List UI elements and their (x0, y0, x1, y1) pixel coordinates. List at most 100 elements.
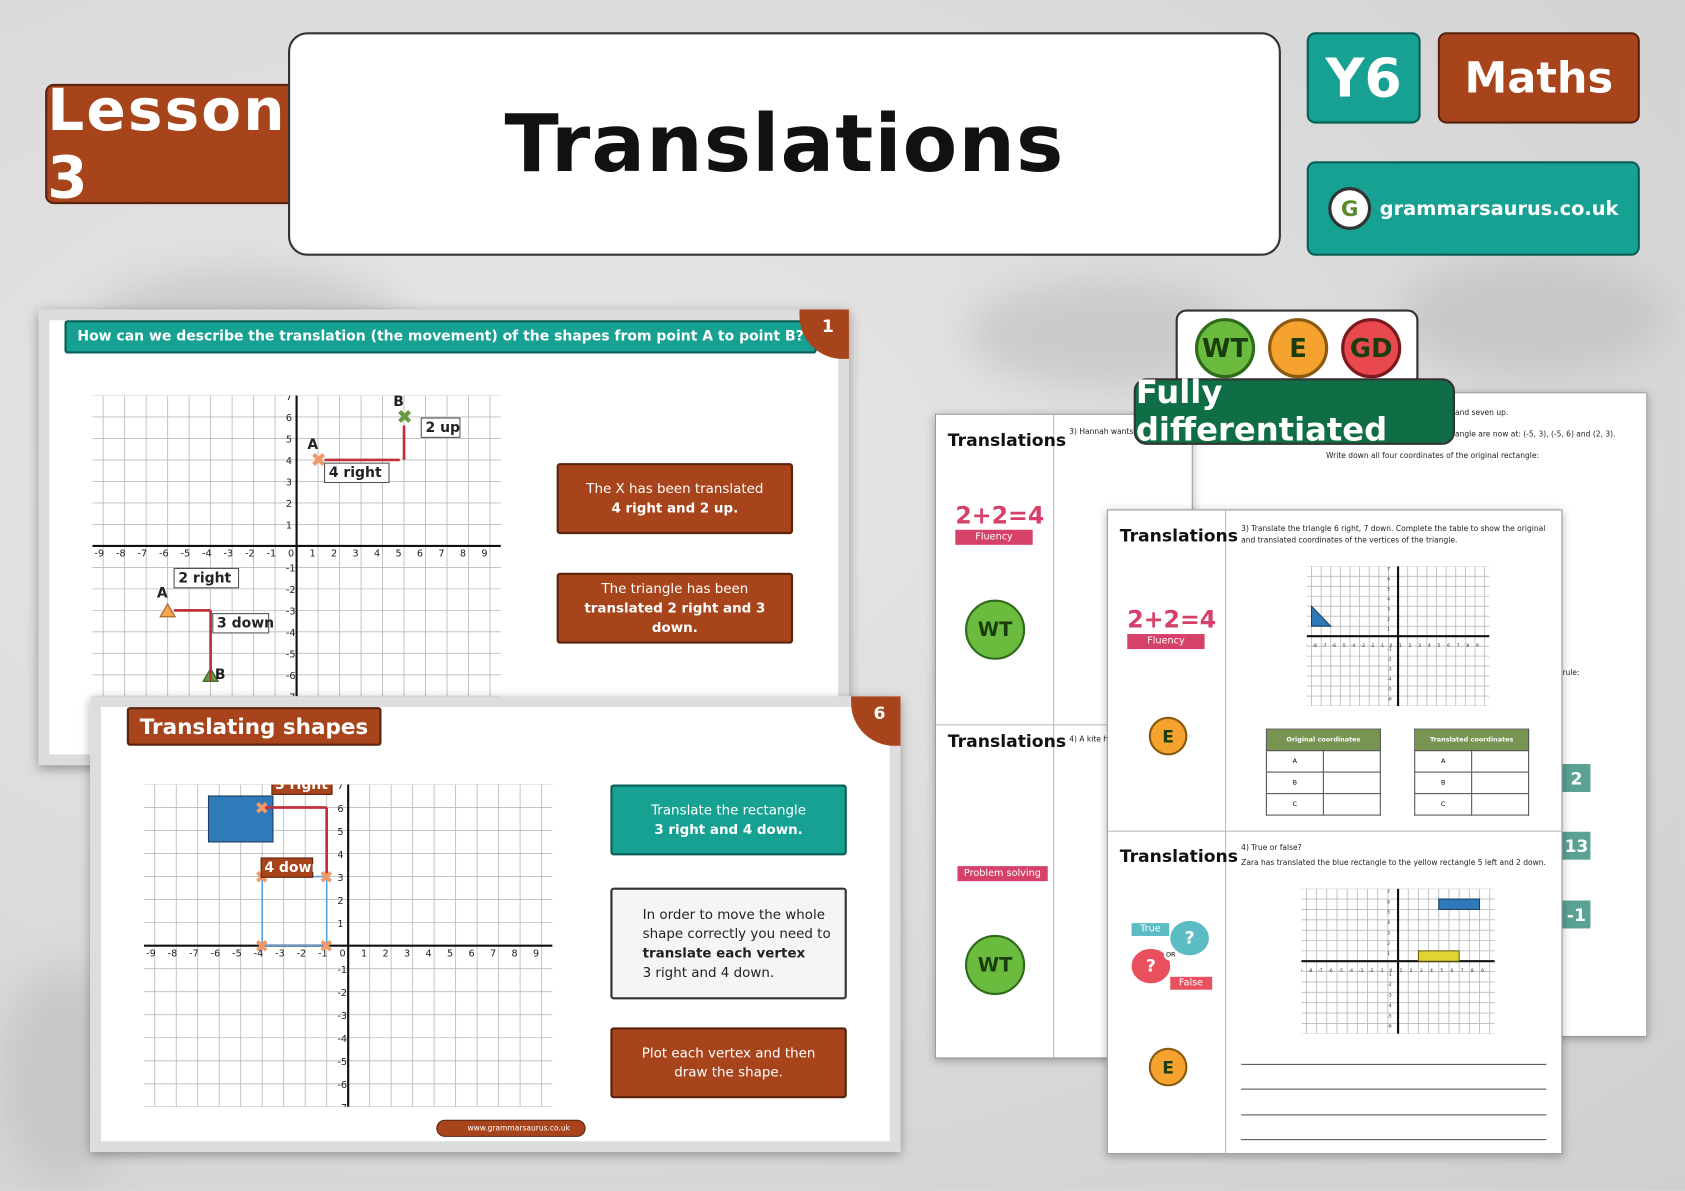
y-tick-label: -2 (337, 988, 347, 999)
y-tick-label: -4 (286, 628, 296, 639)
x-tick-label: 3 (1420, 968, 1423, 974)
y-tick-label: -1 (286, 564, 296, 575)
vertex-marker: ✖ (319, 937, 333, 957)
worksheet-title: Translations (947, 730, 1067, 752)
yellow-rectangle (1417, 950, 1460, 962)
slide-number: 6 (851, 696, 901, 746)
y-tick-label: 1 (286, 521, 292, 532)
y-tick-label: -1 (1387, 646, 1392, 652)
x-tick-label: 5 (395, 549, 401, 560)
e-badge-icon: E (1148, 1047, 1188, 1087)
y-tick-label: 1 (337, 919, 343, 930)
answer-box: 2 (1562, 764, 1591, 792)
question-text: 4) True or false? (1241, 843, 1302, 853)
table-cell: A (1414, 750, 1473, 773)
answer-box: -1 (1562, 900, 1591, 929)
e-badge-icon: E (1148, 716, 1188, 756)
y-tick-label: 7 (1387, 889, 1390, 895)
x-tick-label: 5 (1440, 968, 1443, 974)
x-tick-label: -4 (1349, 968, 1354, 974)
x-tick-label: -2 (297, 948, 307, 959)
table-cell: B (1265, 771, 1324, 795)
x-tick-label: 1 (1400, 968, 1403, 974)
point-a-label: A (307, 437, 318, 453)
y-tick-label: 6 (1387, 577, 1390, 583)
y-tick-label: 1 (1387, 951, 1390, 957)
instruction-card: Translate the rectangle 3 right and 4 dow… (610, 784, 847, 856)
x-tick-label: -4 (202, 549, 212, 560)
answer-cell[interactable] (1322, 750, 1381, 773)
x-tick-label: 6 (1451, 968, 1454, 974)
true-false-icon: True ? ? OR False (1131, 920, 1214, 996)
answer-cell[interactable] (1322, 793, 1381, 816)
answer-cell[interactable] (1471, 771, 1530, 795)
point-b-label: B (215, 667, 226, 683)
x-tick-label: -8 (1313, 643, 1318, 649)
x-tick-label: 3 (352, 549, 358, 560)
table-cell: C (1414, 793, 1473, 816)
x-tick-label: 2 (1410, 968, 1413, 974)
y-tick-label: -1 (337, 965, 347, 976)
question-text: 3) Hannah wants to (1069, 427, 1144, 437)
wt-badge-icon: WT (1194, 318, 1256, 379)
y-tick-label: 5 (1387, 910, 1390, 916)
y-tick-label: -1 (1387, 972, 1392, 978)
x-tick-label: 2 (1409, 643, 1412, 649)
y-tick-label: 6 (337, 804, 343, 815)
movement-label: 2 right (178, 570, 231, 586)
point-a-label: A (157, 585, 168, 601)
slide-2: Translating shapes 6 -9 -8 -7 -6 -5 -4 -3 -2 -1 0… (90, 696, 901, 1152)
x-tick-label: 6 (469, 948, 475, 959)
x-tick-label: -3 (1361, 643, 1366, 649)
x-tick-label: 4 (1430, 968, 1433, 974)
x-tick-label: 2 (331, 549, 337, 560)
x-tick-label: -2 (1370, 643, 1375, 649)
y-tick-label: 4 (1387, 597, 1390, 603)
answer-cell[interactable] (1471, 750, 1530, 773)
point-b-label: B (393, 395, 404, 410)
x-tick-label: -3 (224, 549, 234, 560)
y-tick-label: 7 (1387, 567, 1390, 573)
explanation-card: The triangle has been translated 2 right … (556, 572, 794, 644)
x-tick-label: 9 (533, 948, 539, 959)
x-tick-label: -4 (1351, 643, 1356, 649)
table-header: Translated coordinates (1414, 728, 1530, 752)
y-tick-label: -5 (1387, 686, 1392, 692)
answer-cell[interactable] (1471, 793, 1530, 816)
y-tick-label: -6 (286, 671, 296, 682)
vertex-marker: ✖ (255, 799, 269, 819)
x-tick-label: -5 (1339, 968, 1344, 974)
slide-question: How can we describe the translation (the… (64, 320, 817, 354)
y-tick-label: -5 (337, 1057, 347, 1068)
x-tick-label: -6 (1328, 968, 1333, 974)
x-tick-label: 8 (1466, 643, 1469, 649)
y-tick-label: -3 (337, 1011, 347, 1022)
x-tick-label: -8 (1308, 968, 1313, 974)
y-tick-label: 2 (337, 896, 343, 907)
worksheet-grid: -9-8-7-6-5-4-3-2-101234567897654321-1-2-… (1306, 566, 1490, 707)
answer-cell[interactable] (1322, 771, 1381, 795)
y-tick-label: 3 (286, 478, 292, 489)
movement-label: 2 up (426, 420, 461, 436)
x-tick-label: -6 (211, 948, 221, 959)
x-tick-label: -7 (138, 549, 148, 560)
x-tick-label: 7 (1457, 643, 1460, 649)
year-badge: Y6 (1306, 32, 1421, 124)
y-tick-label: 4 (286, 456, 292, 467)
x-tick-label: -5 (1341, 643, 1346, 649)
x-tick-label: -3 (275, 948, 285, 959)
instruction-card: In order to move the whole shape correctl… (610, 887, 847, 1000)
coordinate-grid: -9 -8 -7 -6 -5 -4 -3 -2 -1 0 1 2 3 4 5 6 7 8 97654321-1-2-… (143, 784, 553, 1107)
y-tick-label: 2 (1387, 617, 1390, 623)
y-tick-label: -2 (1387, 656, 1392, 662)
x-tick-label: -8 (116, 549, 126, 560)
table-cell: A (1265, 750, 1324, 773)
x-tick-label: 1 (309, 549, 315, 560)
footer-link[interactable]: www.grammarsaurus.co.uk (436, 1119, 587, 1137)
fully-differentiated-banner: Fully differentiated (1133, 374, 1456, 449)
x-tick-label: -6 (159, 549, 169, 560)
x-tick-label: -8 (168, 948, 178, 959)
page-title: Translations (287, 32, 1281, 256)
worksheet-grid: -9-8-7-6-5-4-3-2-101234567897654321-1-2-… (1301, 888, 1495, 1034)
y-tick-label: -7 (337, 1103, 347, 1107)
